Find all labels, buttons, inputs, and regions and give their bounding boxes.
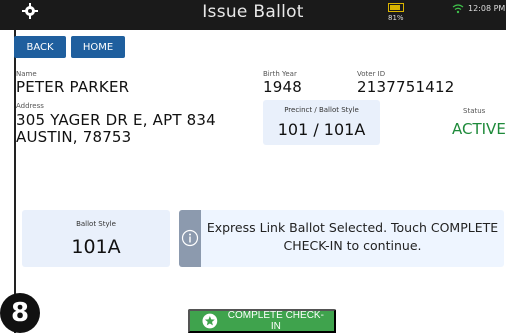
info-strip: [179, 210, 201, 267]
name-label: Name: [16, 70, 37, 78]
ballot-style-panel: Ballot Style 101A: [22, 210, 170, 267]
battery-icon: [388, 3, 404, 12]
battery-percent: 81%: [388, 14, 404, 22]
birth-year-label: Birth Year: [263, 70, 297, 78]
wifi-icon: [452, 4, 464, 14]
address-line2: AUSTIN, 78753: [16, 128, 132, 146]
complete-check-in-label: COMPLETE CHECK-IN: [227, 310, 324, 332]
address-line1: 305 YAGER DR E, APT 834: [16, 111, 216, 129]
status-badge: ACTIVE: [452, 120, 506, 138]
birth-year: 1948: [263, 78, 302, 96]
info-message-text: Express Link Ballot Selected. Touch COMP…: [206, 220, 499, 253]
page-title: Issue Ballot: [202, 2, 304, 22]
clock: 12:08 PM: [468, 4, 506, 13]
precinct-value: 101 / 101A: [277, 120, 366, 139]
step-number-badge: 8: [0, 293, 40, 333]
address-label: Address: [16, 102, 44, 110]
info-message: Express Link Ballot Selected. Touch COMP…: [179, 210, 504, 267]
precinct-label: Precinct / Ballot Style: [284, 106, 359, 114]
voter-name: PETER PARKER: [16, 78, 130, 96]
voter-id-label: Voter ID: [357, 70, 386, 78]
complete-check-in-button[interactable]: COMPLETE CHECK-IN: [188, 309, 336, 333]
status-label: Status: [463, 107, 486, 115]
precinct-panel: Precinct / Ballot Style 101 / 101A: [263, 100, 380, 145]
ballot-style-label: Ballot Style: [76, 220, 116, 228]
ballot-style-value: 101A: [71, 236, 121, 258]
star-icon: [202, 313, 218, 329]
top-bar: Issue Ballot 81% 12:08 PM: [0, 0, 506, 30]
voter-id: 2137751412: [357, 78, 455, 96]
back-button[interactable]: BACK: [14, 36, 66, 58]
info-icon: [181, 229, 199, 247]
home-button[interactable]: HOME: [71, 36, 125, 58]
